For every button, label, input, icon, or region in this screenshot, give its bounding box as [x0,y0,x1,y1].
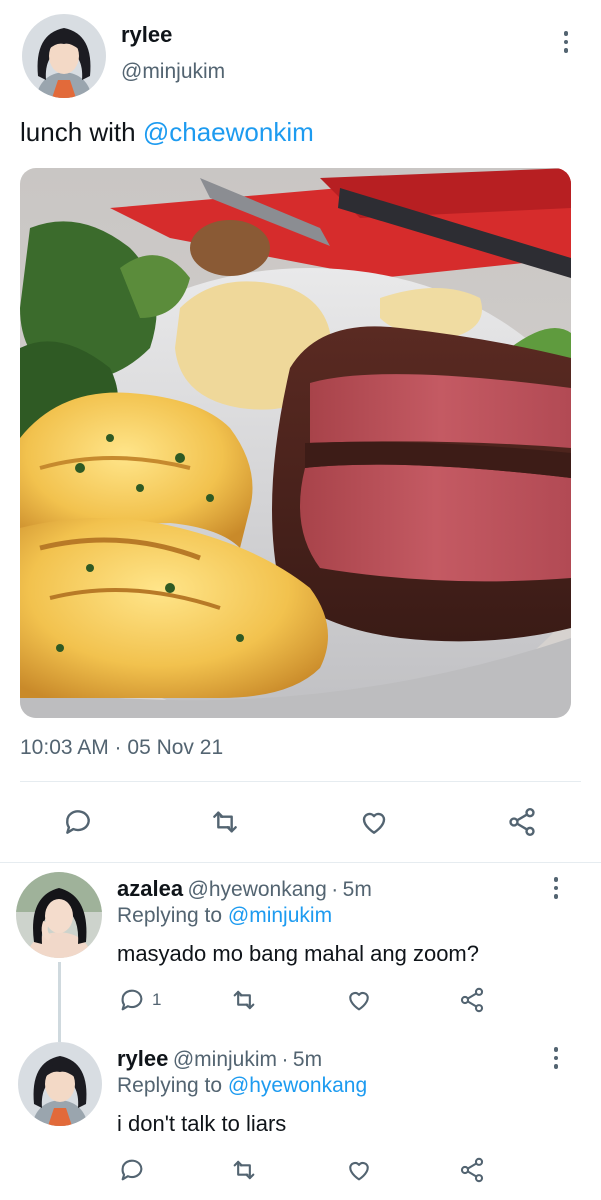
replying-to-label: Replying to [117,904,228,927]
reply-button[interactable]: 1 [118,986,161,1014]
reply-author-name[interactable]: rylee [117,1046,168,1071]
reply-button[interactable] [62,806,94,838]
reply-time[interactable]: 5m [343,878,372,901]
separator-dot: · [331,878,339,901]
steak-dinner-photo-icon [20,168,571,718]
reply-author-handle[interactable]: @minjukim [173,1048,277,1071]
author-handle[interactable]: @minjukim [121,60,225,84]
reply-time[interactable]: 5m [293,1048,322,1071]
share-icon [460,1157,484,1183]
tweet-text: lunch with @chaewonkim [20,117,314,148]
retweet-button[interactable] [229,1156,259,1184]
more-options-icon[interactable] [556,28,576,56]
like-button[interactable] [358,806,390,838]
tweet-image[interactable] [20,168,571,718]
replying-to: Replying to @hyewonkang [117,1074,367,1098]
like-icon [349,1161,369,1181]
reply-icon [66,810,90,834]
tweet-timestamp[interactable]: 10:03 AM · 05 Nov 21 [20,736,223,760]
mention-link[interactable]: @chaewonkim [143,117,314,147]
reply-icon [121,1159,143,1181]
replying-to-label: Replying to [117,1074,228,1097]
share-button[interactable] [458,1155,486,1185]
like-icon [362,812,386,834]
divider [20,781,581,782]
avatar[interactable] [18,1042,102,1126]
share-icon [509,808,535,836]
like-button[interactable] [345,986,373,1014]
share-button[interactable] [458,985,486,1015]
retweet-icon [213,811,237,833]
more-options-icon[interactable] [546,1044,566,1072]
author-name[interactable]: rylee [121,22,172,48]
more-options-icon[interactable] [546,874,566,902]
retweet-button[interactable] [229,986,259,1014]
separator-dot: · [281,1048,289,1071]
thread-line [58,962,61,1042]
retweet-icon [233,1160,255,1180]
avatar[interactable] [22,14,106,98]
reply-button[interactable] [118,1156,146,1184]
like-icon [349,991,369,1011]
replying-to-link[interactable]: @minjukim [228,904,332,927]
reply-author-handle[interactable]: @hyewonkang [188,878,327,901]
replying-to: Replying to @minjukim [117,904,332,928]
share-icon [460,987,484,1013]
retweet-icon [233,990,255,1010]
reply-icon [121,989,143,1011]
divider [0,862,601,863]
reply-header: rylee @minjukim · 5m [117,1046,322,1072]
avatar[interactable] [16,872,102,958]
reply-author-name[interactable]: azalea [117,876,183,901]
share-button[interactable] [506,805,538,839]
reply-header: azalea @hyewonkang · 5m [117,876,372,902]
replying-to-link[interactable]: @hyewonkang [228,1074,367,1097]
reply-text: masyado mo bang mahal ang zoom? [117,941,479,966]
tweet-text-body: lunch with [20,117,143,147]
reply-text: i don't talk to liars [117,1111,287,1136]
like-button[interactable] [345,1156,373,1184]
reply-count: 1 [152,990,162,1009]
retweet-button[interactable] [208,806,242,838]
